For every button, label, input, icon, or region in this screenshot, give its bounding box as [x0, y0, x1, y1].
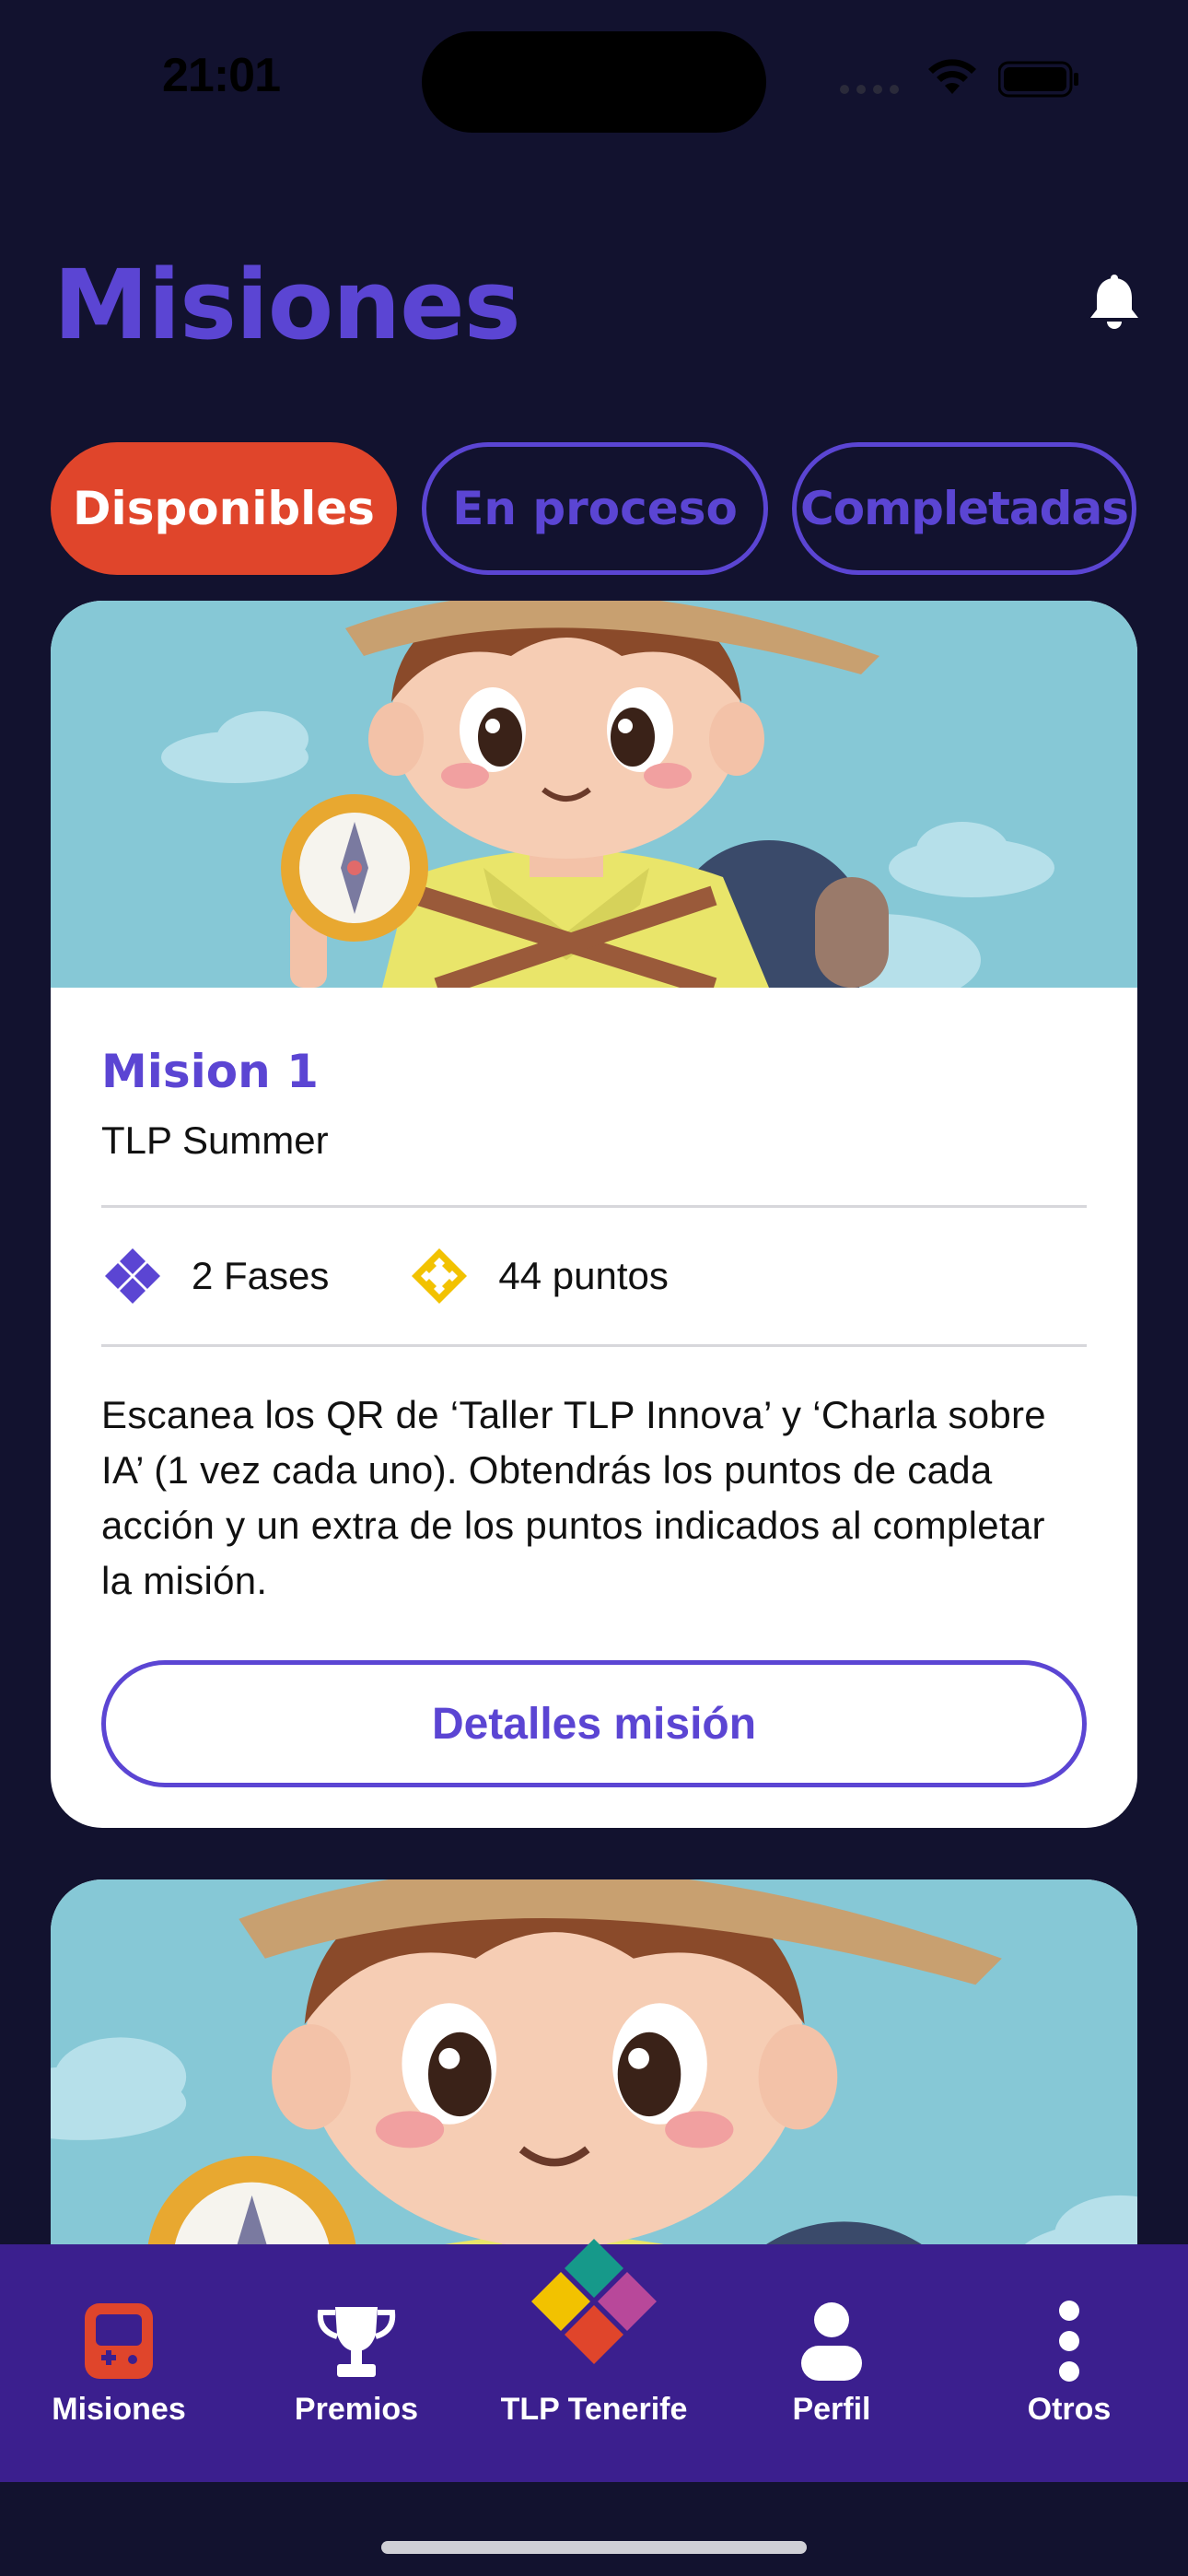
- mission-stats: 2 Fases 44 puntos: [101, 1208, 1087, 1344]
- phases-count: 2 Fases: [192, 1254, 330, 1297]
- trophy-icon: [317, 2307, 396, 2377]
- tab-en-proceso[interactable]: En proceso: [422, 442, 768, 575]
- points-stat: 44 puntos: [408, 1245, 669, 1307]
- nav-item-premios[interactable]: Premios: [238, 2244, 475, 2482]
- home-indicator[interactable]: [381, 2541, 807, 2554]
- nav-item-tlp-tenerife[interactable]: TLP Tenerife: [475, 2239, 713, 2482]
- mission-image: [51, 601, 1137, 988]
- mission-details-button[interactable]: Detalles misión: [101, 1660, 1087, 1787]
- nav-label-tlp-tenerife: TLP Tenerife: [500, 2392, 688, 2427]
- nav-label-misiones: Misiones: [52, 2392, 186, 2427]
- battery-icon: [998, 61, 1078, 98]
- cellular-signal-icon: [840, 85, 899, 94]
- dynamic-island: [422, 31, 766, 133]
- nav-label-otros: Otros: [1027, 2392, 1112, 2427]
- tlp-logo-icon: [531, 2239, 657, 2364]
- mission-card[interactable]: Mision 1 TLP Summer 2 Fases 44 puntos Es…: [51, 601, 1137, 1828]
- page-title: Misiones: [53, 249, 521, 361]
- nav-item-otros[interactable]: Otros: [950, 2244, 1188, 2482]
- bell-icon[interactable]: [1087, 275, 1142, 332]
- nav-item-perfil[interactable]: Perfil: [713, 2244, 950, 2482]
- bottom-nav: Misiones Premios TLP Tenerife Perfil Otr…: [0, 2239, 1188, 2482]
- user-icon: [801, 2302, 862, 2381]
- tab-completadas[interactable]: Completadas: [792, 442, 1136, 575]
- tab-disponibles[interactable]: Disponibles: [51, 442, 397, 575]
- phases-icon: [105, 1248, 160, 1304]
- status-time: 21:01: [162, 49, 281, 102]
- wifi-icon: [928, 59, 976, 94]
- nav-item-misiones[interactable]: Misiones: [0, 2244, 238, 2482]
- phases-stat: 2 Fases: [101, 1245, 329, 1307]
- gamepad-icon: [85, 2303, 153, 2379]
- points-count: 44 puntos: [498, 1254, 669, 1297]
- mission-subtitle: TLP Summer: [101, 1118, 329, 1162]
- more-vertical-icon: [1059, 2301, 1079, 2382]
- points-icon: [412, 1248, 468, 1304]
- divider: [101, 1344, 1087, 1347]
- nav-label-perfil: Perfil: [792, 2392, 871, 2427]
- mission-title: Mision 1: [101, 1045, 319, 1098]
- nav-label-premios: Premios: [294, 2392, 419, 2427]
- mission-description: Escanea los QR de ‘Taller TLP Innova’ y …: [101, 1393, 1046, 1602]
